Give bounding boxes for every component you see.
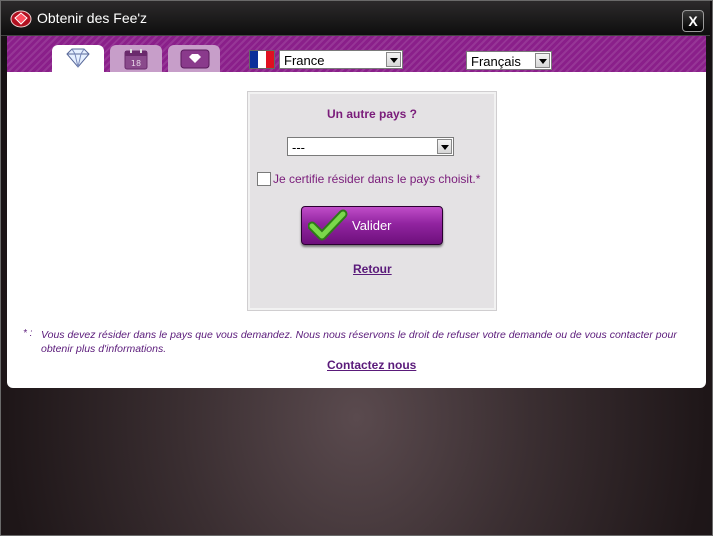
calendar-icon: 18 [124,49,148,70]
other-country-value: --- [292,140,305,155]
diamond-icon [66,48,90,68]
gem-card-icon [180,49,210,69]
app-window: Obtenir des Fee'z X 18 France Français U… [0,0,713,536]
back-link[interactable]: Retour [353,262,392,276]
country-select[interactable]: France [279,50,403,69]
language-select[interactable]: Français [466,51,552,70]
residence-checkbox-label: Je certifie résider dans le pays choisit… [273,172,481,186]
window-title: Obtenir des Fee'z [37,10,148,26]
footnote-text: Vous devez résider dans le pays que vous… [41,328,706,360]
footnote-line-1: Vous devez résider dans le pays que vous… [41,329,677,341]
footnote-line-2: obtenir plus d'informations. [41,343,167,355]
other-country-select[interactable]: --- [287,137,454,156]
card-title: Un autre pays ? [326,107,418,121]
contact-link[interactable]: Contactez nous [327,358,416,372]
country-select-value: France [284,53,325,68]
tab-gem-card[interactable] [168,45,220,72]
validate-button-label: Valider [352,218,392,233]
language-select-value: Français [471,54,521,69]
content-panel: 18 France Français Un autre pays ? --- J… [7,36,706,388]
tab-calendar[interactable]: 18 [110,45,162,72]
calendar-day: 18 [131,59,141,68]
footnote-marker: * : [23,328,33,339]
validate-button[interactable]: Valider [301,206,443,245]
title-bar[interactable]: Obtenir des Fee'z X [1,1,710,36]
ruby-logo-icon [10,9,32,29]
checkmark-icon [308,209,348,241]
close-button[interactable]: X [682,10,704,32]
chevron-down-icon[interactable] [386,52,401,67]
residence-checkbox[interactable] [257,172,271,186]
france-flag-icon [249,50,275,69]
chevron-down-icon[interactable] [535,53,550,68]
tab-fees-purchase[interactable] [52,45,104,72]
chevron-down-icon[interactable] [437,139,452,154]
other-country-card: Un autre pays ? --- Je certifie résider … [247,91,497,311]
tab-strip: 18 France Français [7,36,706,72]
